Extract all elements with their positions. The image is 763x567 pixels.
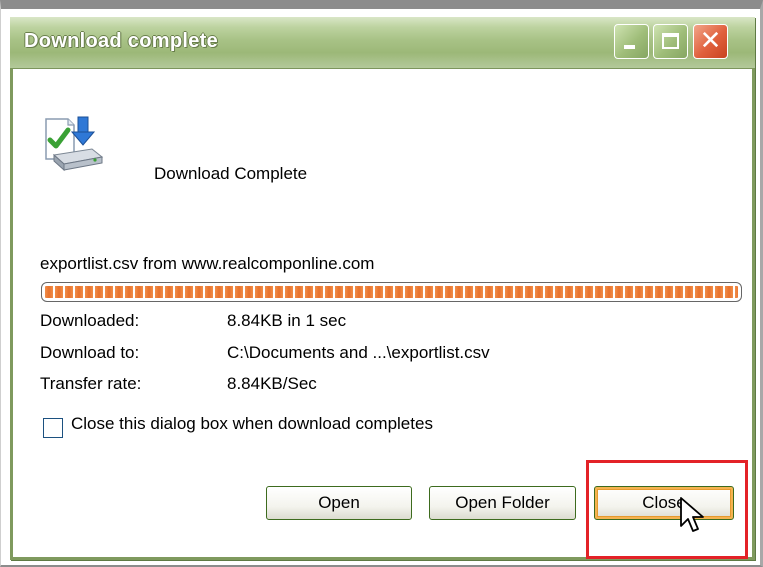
download-progress-bar xyxy=(41,282,742,302)
open-folder-button[interactable]: Open Folder xyxy=(429,486,576,520)
download-complete-dialog: Download complete ✕ Download Complete ex… xyxy=(10,17,755,560)
download-to-label: Download to: xyxy=(40,343,140,362)
minimize-button[interactable] xyxy=(614,24,649,59)
progress-fill xyxy=(45,286,738,298)
transfer-rate-label: Transfer rate: xyxy=(40,374,142,393)
downloaded-value: 8.84KB in 1 sec xyxy=(227,311,347,330)
close-when-done-label[interactable]: Close this dialog box when download comp… xyxy=(71,414,433,434)
window-title: Download complete xyxy=(24,30,219,52)
maximize-icon xyxy=(662,33,679,49)
close-when-done-checkbox[interactable] xyxy=(43,418,63,438)
maximize-button[interactable] xyxy=(653,24,688,59)
download-to-value: C:\Documents and ...\exportlist.csv xyxy=(227,343,490,362)
download-source-text: exportlist.csv from www.realcomponline.c… xyxy=(40,254,375,273)
title-bar[interactable]: Download complete ✕ xyxy=(10,17,755,69)
download-complete-heading: Download Complete xyxy=(154,164,308,183)
minimize-icon xyxy=(624,45,635,49)
download-complete-icon xyxy=(40,115,106,173)
open-button[interactable]: Open xyxy=(266,486,412,520)
mouse-pointer-icon xyxy=(679,496,711,534)
transfer-rate-value: 8.84KB/Sec xyxy=(227,374,317,393)
close-button-highlight xyxy=(586,460,748,559)
downloaded-label: Downloaded: xyxy=(40,311,140,330)
title-close-button[interactable]: ✕ xyxy=(693,24,728,59)
close-x-icon: ✕ xyxy=(699,26,722,56)
